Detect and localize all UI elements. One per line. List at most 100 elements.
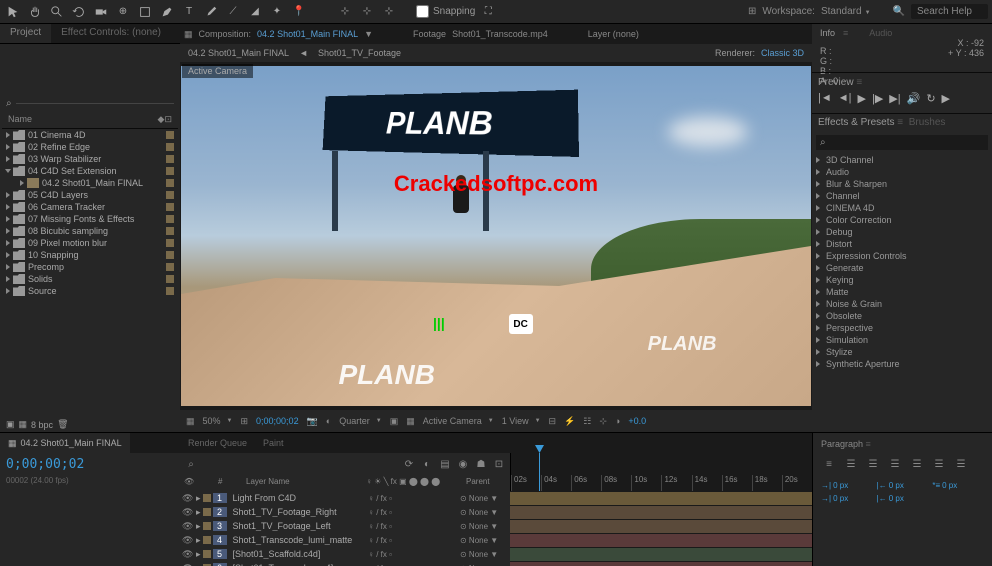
last-frame-icon[interactable]: ▶|: [889, 92, 900, 105]
align-center-icon[interactable]: ☰: [843, 457, 859, 471]
brush-tool-icon[interactable]: [202, 3, 220, 21]
snap-opts-icon[interactable]: ⛶: [479, 3, 497, 21]
camera-tool-icon[interactable]: [92, 3, 110, 21]
layer-name-header[interactable]: Layer Name: [246, 477, 346, 486]
timeline-icon[interactable]: ☷: [583, 416, 591, 427]
project-item[interactable]: 07 Missing Fonts & Effects: [2, 213, 178, 225]
tab-effect-controls[interactable]: Effect Controls: (none): [51, 24, 171, 43]
timeline-layer-row[interactable]: 👁▸4Shot1_Transcode_lumi_matte♀ / fx ▫⊙ N…: [180, 533, 812, 547]
rotate-tool-icon[interactable]: [70, 3, 88, 21]
quality-dropdown[interactable]: Quarter: [339, 416, 381, 426]
tab-paragraph[interactable]: Paragraph: [821, 439, 863, 449]
parent-header[interactable]: Parent: [466, 477, 506, 486]
exposure-reset-icon[interactable]: ◑: [615, 416, 620, 426]
fast-preview-icon[interactable]: ⚡: [564, 416, 575, 427]
paragraph-indent-field[interactable]: |←0 px: [877, 494, 929, 503]
mute-icon[interactable]: 🔊: [907, 92, 921, 105]
tab-brushes[interactable]: Brushes: [909, 117, 946, 128]
justify-left-icon[interactable]: ☰: [887, 457, 903, 471]
paragraph-indent-field[interactable]: *≡0 px: [932, 481, 984, 490]
timeline-layer-row[interactable]: 👁▸2Shot1_TV_Footage_Right♀ / fx ▫⊙ None …: [180, 505, 812, 519]
shy-icon[interactable]: ⟳: [402, 457, 416, 471]
paragraph-indent-field[interactable]: →|0 px: [821, 481, 873, 490]
align-right-icon[interactable]: ☰: [865, 457, 881, 471]
timeline-layer-row[interactable]: 👁▸6[Shot01_Transcode.mp4]♀ / fx ▫⊙ None …: [180, 561, 812, 566]
tab-effects[interactable]: Effects & Presets: [818, 117, 895, 128]
project-item[interactable]: Solids: [2, 273, 178, 285]
roi-icon[interactable]: ▣: [390, 416, 399, 427]
tab-audio[interactable]: Audio: [869, 28, 892, 46]
effect-category[interactable]: Perspective: [812, 322, 992, 334]
loop-icon[interactable]: ↻: [926, 92, 935, 105]
local-axis-icon[interactable]: ⊹: [336, 3, 354, 21]
ram-preview-icon[interactable]: ▶: [942, 92, 950, 105]
next-frame-icon[interactable]: |▶: [872, 92, 883, 105]
effect-category[interactable]: Simulation: [812, 334, 992, 346]
hand-tool-icon[interactable]: [26, 3, 44, 21]
pixel-aspect-icon[interactable]: ⊟: [549, 416, 557, 427]
layer-icon[interactable]: ⊡: [492, 457, 506, 471]
search-icon[interactable]: ⌕: [184, 457, 198, 471]
effects-search-input[interactable]: ⌕: [816, 135, 988, 150]
tab-timeline-comp[interactable]: ▦04.2 Shot01_Main FINAL: [0, 433, 130, 453]
tab-paint[interactable]: Paint: [255, 433, 292, 453]
project-item[interactable]: 10 Snapping: [2, 249, 178, 261]
snapshot-icon[interactable]: 📷: [307, 416, 318, 427]
project-item[interactable]: Precomp: [2, 261, 178, 273]
comp-flow-icon[interactable]: ⊹: [599, 416, 607, 427]
channel-icon[interactable]: ◐: [326, 416, 331, 426]
zoom-tool-icon[interactable]: [48, 3, 66, 21]
tab-render-queue[interactable]: Render Queue: [180, 433, 255, 453]
project-item[interactable]: 06 Camera Tracker: [2, 201, 178, 213]
selection-tool-icon[interactable]: [4, 3, 22, 21]
exposure-value[interactable]: +0.0: [628, 416, 646, 426]
effect-category[interactable]: Audio: [812, 166, 992, 178]
nviews-dropdown[interactable]: 1 View: [502, 416, 541, 426]
anchor-tool-icon[interactable]: ⊕: [114, 3, 132, 21]
effect-category[interactable]: Blur & Sharpen: [812, 178, 992, 190]
play-icon[interactable]: ▶: [858, 92, 866, 105]
project-item[interactable]: 03 Warp Stabilizer: [2, 153, 178, 165]
frame-blend-icon[interactable]: ▤: [438, 457, 452, 471]
pin-tool-icon[interactable]: 📍: [290, 3, 308, 21]
name-column-header[interactable]: Name: [8, 114, 32, 125]
effect-category[interactable]: 3D Channel: [812, 154, 992, 166]
rect-tool-icon[interactable]: [136, 3, 154, 21]
paragraph-indent-field[interactable]: →|0 px: [821, 494, 873, 503]
composition-viewer[interactable]: Active Camera PLANB PLANB PLANB ||| DC C…: [180, 62, 812, 410]
tab-info[interactable]: Info: [820, 28, 835, 46]
justify-center-icon[interactable]: ☰: [909, 457, 925, 471]
tab-preview[interactable]: Preview: [818, 77, 854, 88]
effect-category[interactable]: CINEMA 4D: [812, 202, 992, 214]
timeline-layer-row[interactable]: 👁▸1Light From C4D♀ / fx ▫⊙ None ▼: [180, 491, 812, 505]
effect-category[interactable]: Obsolete: [812, 310, 992, 322]
project-item[interactable]: 01 Cinema 4D: [2, 129, 178, 141]
graph-icon[interactable]: ☗: [474, 457, 488, 471]
prev-frame-icon[interactable]: ◄|: [838, 92, 852, 105]
grid-icon[interactable]: ⊞: [240, 416, 248, 427]
search-help-input[interactable]: Search Help: [911, 4, 988, 19]
clone-tool-icon[interactable]: ⟋: [224, 3, 242, 21]
transparency-icon[interactable]: ▦: [406, 416, 415, 427]
footage-name[interactable]: Shot01_Transcode.mp4: [452, 29, 548, 39]
effect-category[interactable]: Expression Controls: [812, 250, 992, 262]
project-item[interactable]: 02 Refine Edge: [2, 141, 178, 153]
project-item[interactable]: 09 Pixel motion blur: [2, 237, 178, 249]
project-item[interactable]: 08 Bicubic sampling: [2, 225, 178, 237]
snapping-checkbox[interactable]: [416, 5, 429, 18]
text-tool-icon[interactable]: T: [180, 3, 198, 21]
layer-tab-label[interactable]: Layer (none): [588, 29, 639, 39]
zoom-dropdown[interactable]: 50%: [203, 416, 233, 426]
effect-category[interactable]: Stylize: [812, 346, 992, 358]
align-left-icon[interactable]: ≡: [821, 457, 837, 471]
workspace-dropdown[interactable]: Standard: [821, 6, 871, 17]
timeline-layer-row[interactable]: 👁▸5[Shot01_Scaffold.c4d]♀ / fx ▫⊙ None ▼: [180, 547, 812, 561]
breadcrumb-item[interactable]: 04.2 Shot01_Main FINAL: [188, 48, 289, 58]
effect-category[interactable]: Keying: [812, 274, 992, 286]
timeline-timecode[interactable]: 0;00;00;02: [0, 453, 180, 476]
project-item[interactable]: 05 C4D Layers: [2, 189, 178, 201]
pen-tool-icon[interactable]: [158, 3, 176, 21]
effect-category[interactable]: Color Correction: [812, 214, 992, 226]
renderer-value[interactable]: Classic 3D: [761, 48, 804, 58]
draft3d-icon[interactable]: ◐: [420, 457, 434, 471]
